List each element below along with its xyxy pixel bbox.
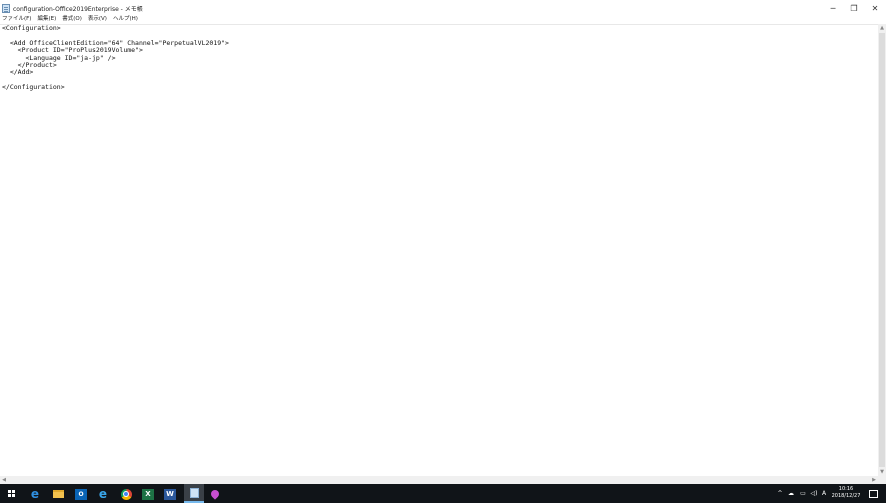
folder-icon[interactable] <box>50 486 66 502</box>
tray-chevron-icon[interactable]: ^ <box>776 484 784 503</box>
editor-content[interactable]: <Configuration> <Add OfficeClientEdition… <box>2 24 229 92</box>
notification-bubble <box>868 489 878 498</box>
notepad-icon[interactable] <box>2 4 10 13</box>
scroll-up-button[interactable]: ▲ <box>878 24 886 32</box>
menu-view[interactable]: 表示(V) <box>88 16 107 24</box>
chrome-icon[interactable] <box>118 486 134 502</box>
word-letter: W <box>164 488 176 500</box>
outlook-letter: O <box>75 488 87 500</box>
onedrive-icon[interactable]: ☁ <box>786 484 796 503</box>
edge-icon[interactable]: e <box>27 486 43 502</box>
taskbar: e O e X W ^ ☁ ▭ ◁) A 10:16 2018/12/27 <box>0 484 886 503</box>
notepad-taskbar-icon[interactable] <box>184 484 204 503</box>
windows-logo-pane <box>12 494 15 497</box>
notepad-shape <box>189 487 199 498</box>
clock[interactable]: 10:16 2018/12/27 <box>829 486 863 500</box>
menu-help[interactable]: ヘルプ(H) <box>113 16 138 24</box>
title-bar[interactable]: configuration-Office2019Enterprise - メモ帳… <box>0 0 886 16</box>
scroll-left-button[interactable]: ◀ <box>0 476 8 484</box>
menu-edit[interactable]: 編集(E) <box>37 16 56 24</box>
scroll-down-button[interactable]: ▼ <box>878 468 886 476</box>
close-button[interactable]: ✕ <box>864 0 886 16</box>
menu-bar: ファイル(F) 編集(E) 書式(O) 表示(V) ヘルプ(H) <box>0 16 886 24</box>
volume-icon[interactable]: ◁) <box>809 484 819 503</box>
restore-button[interactable]: ❐ <box>843 0 865 16</box>
scroll-thumb[interactable] <box>879 33 885 467</box>
map-pin <box>209 488 221 500</box>
internet-explorer-icon[interactable]: e <box>95 486 111 502</box>
minimize-button[interactable]: ─ <box>822 0 844 16</box>
windows-logo-pane <box>8 494 11 497</box>
text-editor[interactable]: <Configuration> <Add OfficeClientEdition… <box>0 24 878 476</box>
windows-logo-pane <box>12 490 15 493</box>
scroll-right-button[interactable]: ▶ <box>870 476 878 484</box>
clock-time: 10:16 <box>838 486 854 492</box>
menu-file[interactable]: ファイル(F) <box>2 16 31 24</box>
horizontal-scrollbar[interactable]: ◀ ▶ <box>0 476 878 484</box>
notepad-window: configuration-Office2019Enterprise - メモ帳… <box>0 0 886 484</box>
windows-logo-icon[interactable] <box>4 486 20 502</box>
windows-logo-pane <box>8 490 11 493</box>
outlook-icon[interactable]: O <box>73 486 89 502</box>
menu-format[interactable]: 書式(O) <box>62 16 82 24</box>
vertical-scrollbar[interactable]: ▲ ▼ <box>878 24 886 476</box>
excel-icon[interactable]: X <box>140 486 156 502</box>
window-title: configuration-Office2019Enterprise - メモ帳 <box>13 6 143 13</box>
word-icon[interactable]: W <box>162 486 178 502</box>
excel-letter: X <box>142 488 154 500</box>
ime-indicator[interactable]: A <box>820 484 828 503</box>
folder-shape <box>52 490 64 498</box>
action-center-icon[interactable] <box>866 484 880 503</box>
network-icon[interactable]: ▭ <box>798 484 808 503</box>
maps-icon[interactable] <box>207 486 223 502</box>
chrome-ring <box>120 488 132 500</box>
scrollbar-corner <box>878 476 886 484</box>
clock-date: 2018/12/27 <box>831 493 861 499</box>
